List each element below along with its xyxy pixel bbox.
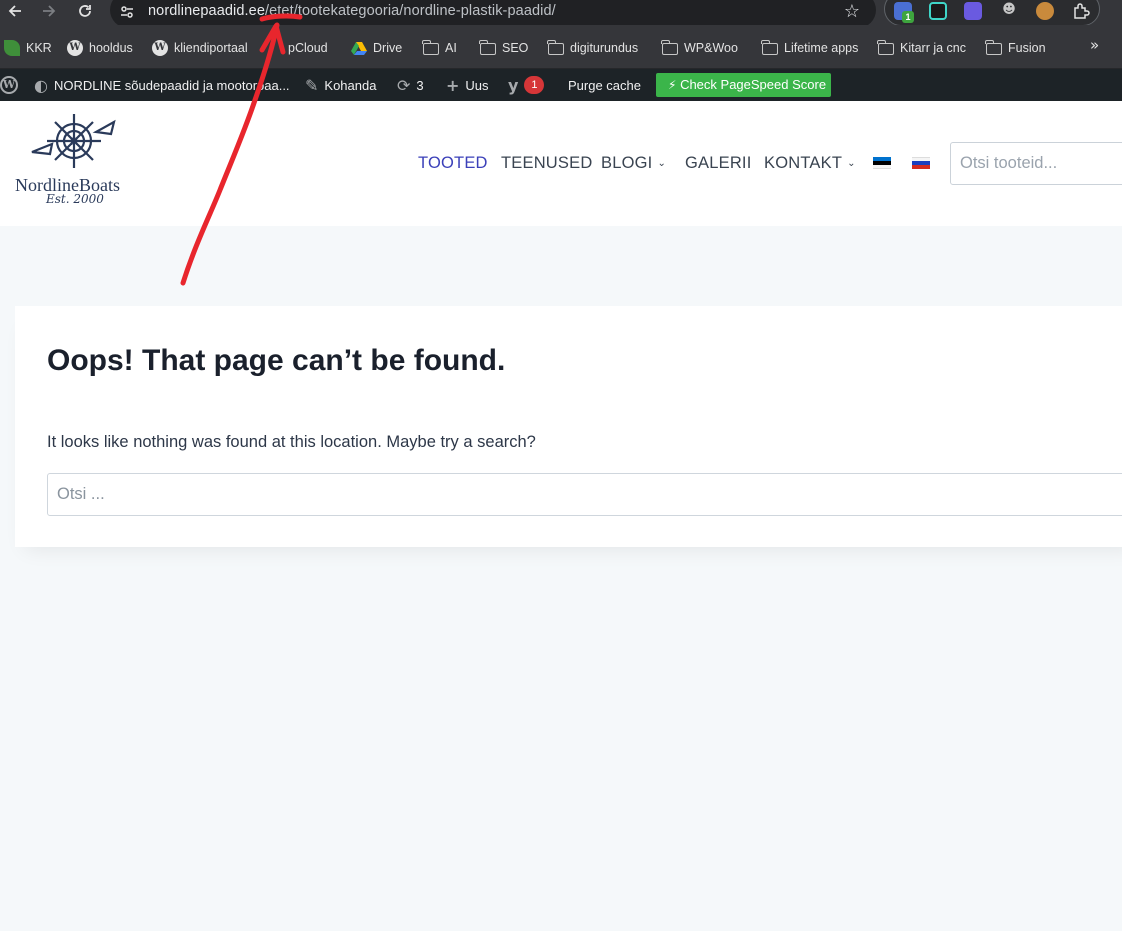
folder-icon [661,40,678,55]
chevron-down-icon: ⌄ [847,158,856,169]
updates-link[interactable]: ⟳ 3 [397,69,424,101]
wordpress-icon: W [0,76,18,94]
more-bookmarks-icon[interactable]: » [1090,36,1099,54]
site-name-label: NORDLINE sõudepaadid ja mootorpaa... [53,77,290,93]
url-path: /etet/tootekategooria/nordline-plastik-p… [265,3,556,19]
pagespeed-label: Check PageSpeed Score [680,77,827,92]
site-name-menu[interactable]: ◐ NORDLINE sõudepaadid ja mootorpaa... [34,69,290,101]
new-content-menu[interactable]: + Uus [446,69,489,101]
yoast-icon: y [508,75,519,95]
bookmark-kliendiportaal[interactable]: Wkliendiportaal [152,39,248,57]
forward-button[interactable] [36,0,62,24]
plus-icon: + [446,75,460,95]
folder-icon [761,40,778,55]
logo-established: Est. 2000 [46,192,104,206]
bookmark-label: Drive [373,41,403,55]
url-text[interactable]: nordlinepaadid.ee/etet/tootekategooria/n… [148,3,556,19]
arrow-left-icon [8,5,21,17]
nav-kontakt-label: KONTAKT [764,154,843,172]
bookmark-label: pCloud [288,41,328,55]
bookmark-label: hooldus [89,41,133,55]
bookmark-folder-fusion[interactable]: Fusion [985,39,1046,57]
wordpress-icon: W [67,40,83,56]
reload-icon [79,5,91,17]
nav-teenused[interactable]: TEENUSED [501,154,592,173]
check-pagespeed-button[interactable]: ⚡ Check PageSpeed Score [656,73,831,97]
page-title: Oops! That page can’t be found. [47,344,506,377]
extensions-group [884,0,1100,26]
wp-logo-menu[interactable]: W [0,69,18,101]
nav-galerii[interactable]: GALERII [685,154,752,173]
bookmark-kkr[interactable]: KKR [4,39,52,57]
folder-icon [985,40,1002,55]
robot-extension-icon[interactable]: ☻ [1000,2,1018,20]
folder-icon [877,40,894,55]
yoast-menu[interactable]: y 1 [508,69,545,101]
bookmark-folder-seo[interactable]: SEO [479,39,529,57]
updates-count: 3 [416,77,424,93]
purge-cache-label: Purge cache [568,77,641,93]
bookmark-label: SEO [502,41,529,55]
bookmark-folder-ai[interactable]: AI [422,39,457,57]
nav-blogi-label: BLOGI [601,154,653,172]
bookmark-label: Lifetime apps [784,41,859,55]
dashboard-gauge-icon: ◐ [34,75,48,95]
pcloud-icon [268,40,282,56]
customize-link[interactable]: ✎ Kohanda [305,69,376,101]
nav-tooted[interactable]: TOOTED [418,154,488,173]
yoast-badge: 1 [524,76,545,94]
purge-cache-link[interactable]: Purge cache [568,69,641,101]
reload-button[interactable] [72,0,98,24]
bookmark-hooldus[interactable]: Whooldus [67,39,133,57]
bookmark-pcloud[interactable]: pCloud [268,39,328,57]
svg-text:N: N [70,134,79,148]
site-settings-icon[interactable] [119,4,135,20]
bookmark-folder-kitarr[interactable]: Kitarr ja cnc [877,39,966,57]
cookie-extension-icon[interactable] [1036,2,1054,20]
bookmark-label: Fusion [1008,41,1046,55]
folder-icon [547,40,564,55]
arrow-right-icon [43,5,56,17]
bookmark-folder-wpwoo[interactable]: WP&Woo [661,39,738,57]
product-search-placeholder: Otsi tooteid... [960,154,1058,172]
bookmark-label: AI [445,41,457,55]
bookmark-label: kliendiportaal [174,41,248,55]
leaf-icon [4,40,20,56]
bookmark-label: WP&Woo [684,41,738,55]
nav-kontakt[interactable]: KONTAKT ⌄ [764,154,856,173]
not-found-message: It looks like nothing was found at this … [47,433,536,451]
bookmark-star-icon[interactable]: ☆ [842,2,862,22]
bookmark-folder-lifetime-apps[interactable]: Lifetime apps [761,39,859,57]
google-drive-icon [351,42,367,55]
extension-icon[interactable] [964,2,982,20]
new-label: Uus [465,77,489,93]
nav-blogi[interactable]: BLOGI ⌄ [601,154,666,173]
paintbrush-icon: ✎ [305,75,319,95]
search-placeholder: Otsi ... [57,485,105,503]
extensions-puzzle-icon[interactable] [1072,2,1090,20]
folder-icon [422,40,439,55]
updates-refresh-icon: ⟳ [397,75,411,95]
bookmark-folder-digiturundus[interactable]: digiturundus [547,39,639,57]
search-input[interactable] [47,473,1122,516]
wordpress-icon: W [152,40,168,56]
extension-icon[interactable] [929,2,947,20]
bookmark-drive[interactable]: Drive [351,39,402,57]
lightning-icon: ⚡ [668,78,677,92]
folder-icon [479,40,496,55]
russian-flag-icon[interactable] [912,157,930,169]
customize-label: Kohanda [324,77,377,93]
estonian-flag-icon[interactable] [873,157,891,169]
bookmark-label: KKR [26,41,52,55]
wp-admin-bar: W ◐ NORDLINE sõudepaadid ja mootorpaa...… [0,69,1122,101]
bookmark-label: digiturundus [570,41,639,55]
back-button[interactable] [2,0,28,24]
bookmark-label: Kitarr ja cnc [900,41,966,55]
chevron-down-icon: ⌄ [657,158,667,169]
url-host: nordlinepaadid.ee [148,3,265,19]
extension-badge: 1 [902,11,914,23]
